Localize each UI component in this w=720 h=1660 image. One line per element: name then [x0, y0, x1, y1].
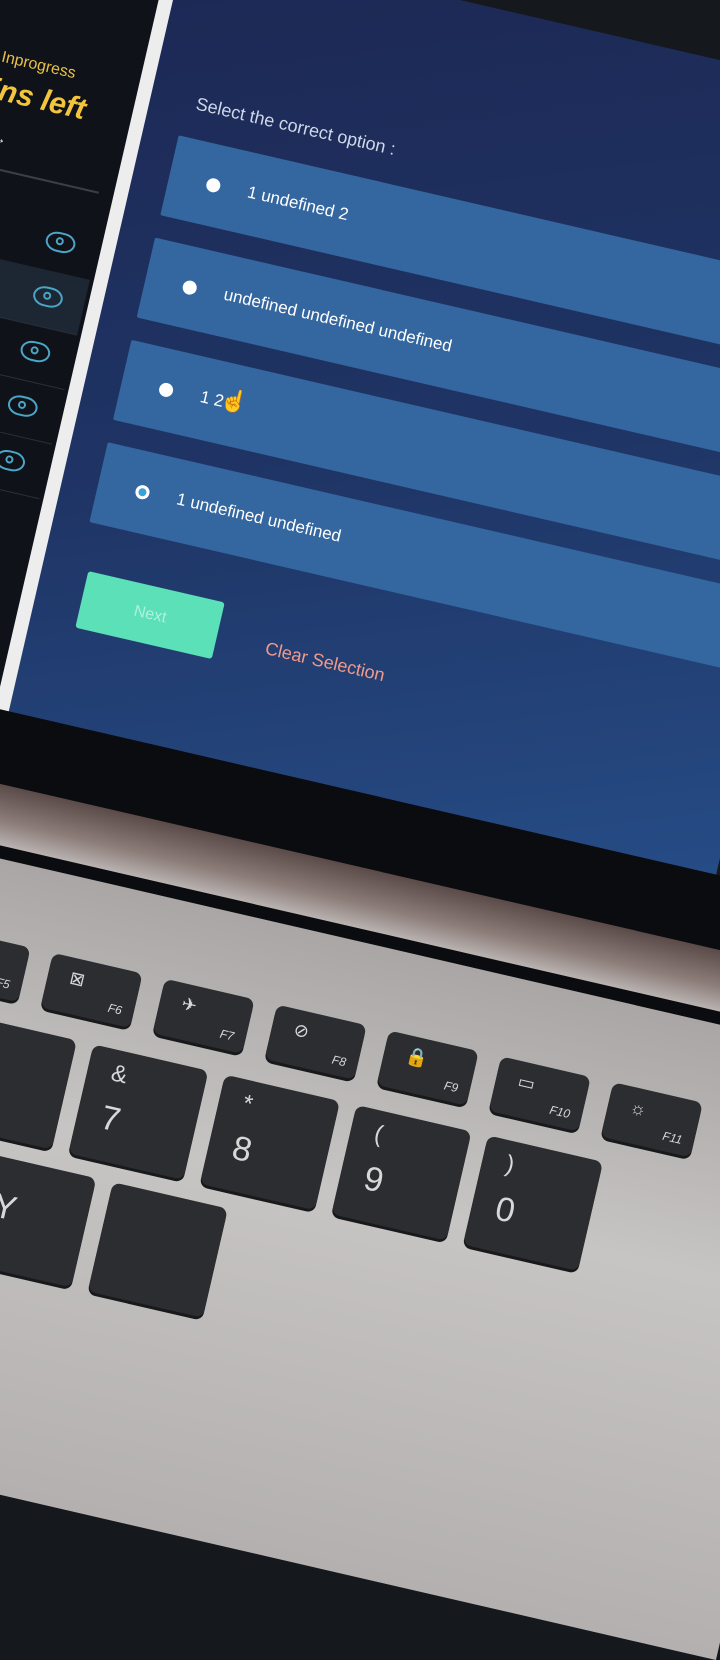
key-7-shift: & — [108, 1059, 131, 1090]
f8-label: F8 — [330, 1052, 348, 1070]
f6-key[interactable]: ⊠ F6 — [40, 952, 143, 1029]
f6-label: F6 — [106, 1000, 124, 1018]
key-7[interactable]: & 7 — [68, 1044, 209, 1180]
f10-key[interactable]: ▭ F10 — [488, 1056, 591, 1132]
eye-icon[interactable] — [0, 447, 28, 474]
radio-button[interactable] — [204, 176, 222, 194]
clear-selection-link[interactable]: Clear Selection — [263, 638, 386, 686]
submit-round-link[interactable]: mit Round → — [0, 111, 8, 149]
key-7-main: 7 — [97, 1098, 125, 1140]
eye-icon[interactable] — [43, 229, 78, 256]
eye-icon[interactable] — [31, 283, 65, 311]
key-9-shift: ( — [371, 1120, 386, 1149]
hand-cursor-icon: ☝ — [217, 385, 251, 417]
key-0[interactable]: ) 0 — [462, 1135, 604, 1272]
f7-label: F7 — [218, 1026, 236, 1044]
key-8-main: 8 — [228, 1128, 256, 1171]
brightness-down-icon: ☼ — [627, 1096, 649, 1121]
option-label: undefined undefined undefined — [222, 284, 454, 356]
f5-key[interactable]: F5 — [0, 926, 31, 1003]
key-8[interactable]: * 8 — [199, 1074, 341, 1211]
radio-button[interactable] — [181, 279, 199, 297]
key-0-shift: ) — [503, 1150, 518, 1179]
f10-label: F10 — [548, 1102, 572, 1122]
key-8-shift: * — [240, 1089, 256, 1119]
option-label: 1 undefined undefined — [174, 489, 343, 546]
f9-key[interactable]: 🔒 F9 — [376, 1030, 479, 1106]
eye-icon[interactable] — [5, 392, 40, 420]
airplane-icon: ✈ — [179, 993, 199, 1017]
key-u[interactable] — [87, 1182, 228, 1318]
eye-icon[interactable] — [18, 338, 53, 365]
f11-label: F11 — [661, 1128, 684, 1147]
lock-icon: 🔒 — [403, 1045, 431, 1070]
key-9[interactable]: (9 — [331, 1105, 472, 1241]
next-button[interactable]: Next — [75, 571, 225, 660]
camera-off-icon: ⊘ — [291, 1019, 312, 1043]
key-6[interactable]: ^6 — [0, 1013, 77, 1150]
divider — [0, 141, 99, 194]
radio-button-selected[interactable] — [134, 483, 151, 501]
key-0-main: 0 — [491, 1189, 519, 1231]
f5-label: F5 — [0, 974, 12, 992]
key-y-main: Y — [0, 1186, 21, 1229]
f7-key[interactable]: ✈ F7 — [152, 978, 255, 1054]
f8-key[interactable]: ⊘ F8 — [264, 1004, 367, 1080]
key-9-main: 9 — [360, 1159, 388, 1201]
f9-label: F9 — [442, 1078, 460, 1096]
option-label: 1 undefined 2 — [245, 182, 351, 225]
key-y[interactable]: Y — [0, 1151, 97, 1288]
radio-button[interactable] — [157, 381, 175, 399]
touchpad-off-icon: ⊠ — [67, 967, 87, 991]
f11-key[interactable]: ☼ F11 — [600, 1082, 703, 1158]
display-icon: ▭ — [515, 1070, 538, 1095]
